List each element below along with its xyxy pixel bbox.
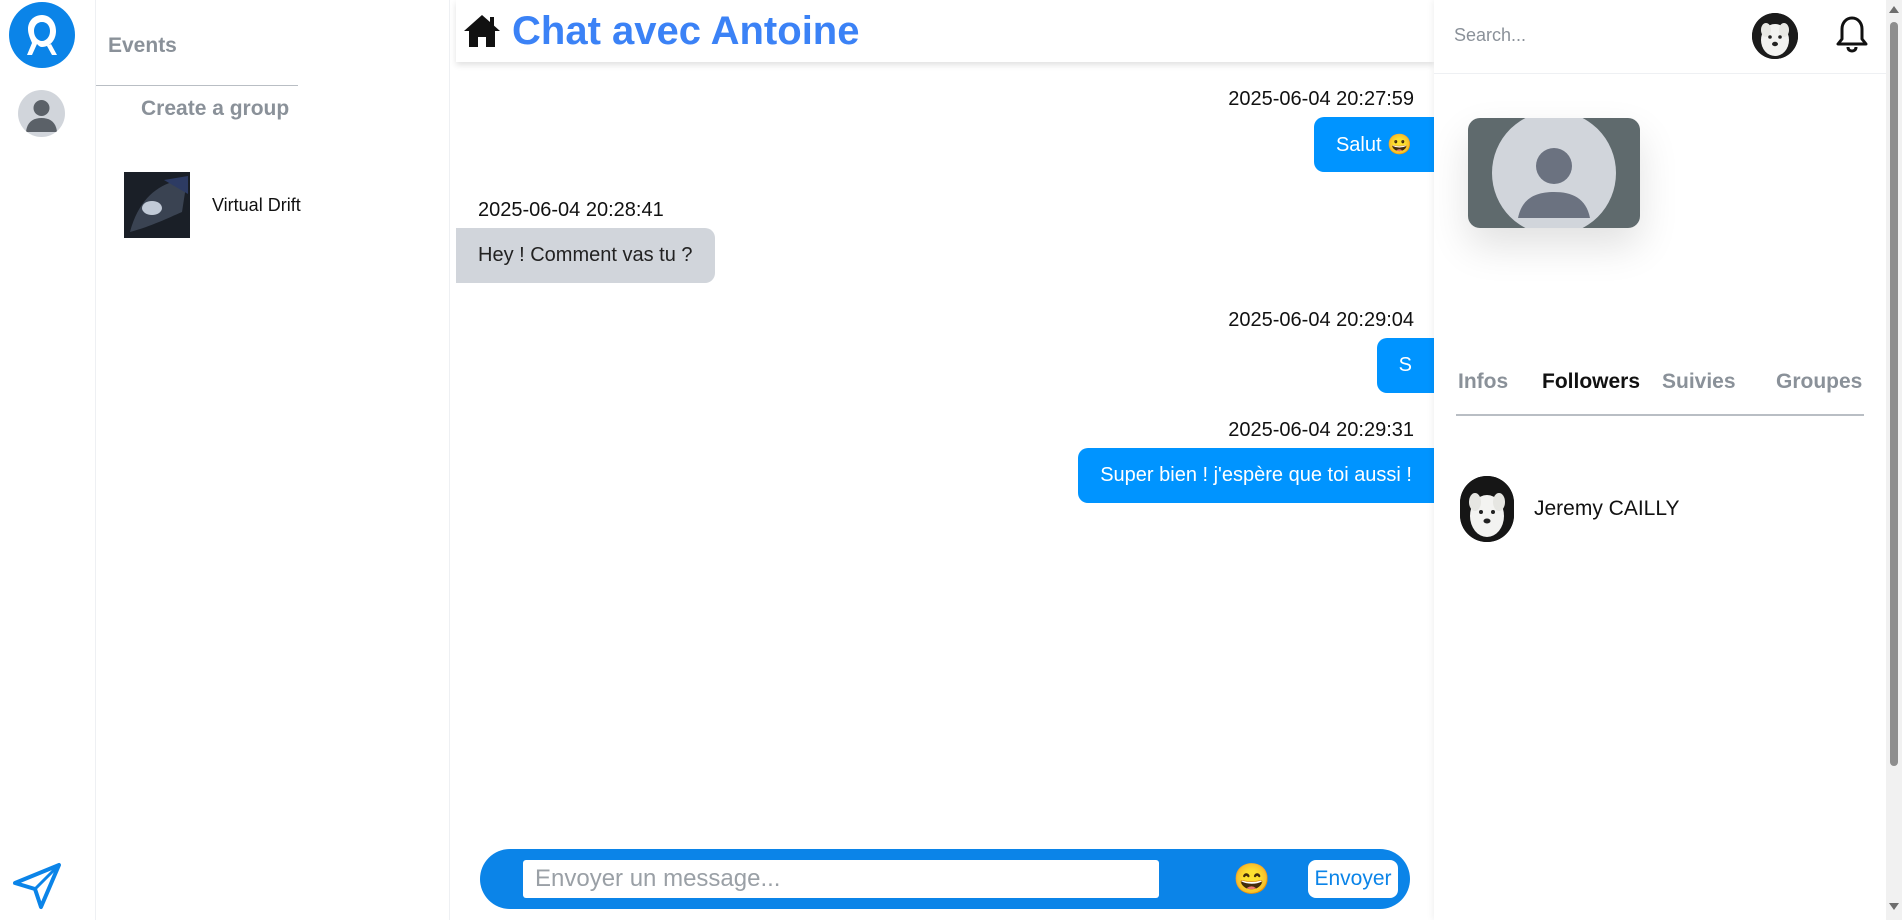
page-scrollbar[interactable]	[1886, 0, 1902, 920]
message-bubble-sent: Super bien ! j'espère que toi aussi !	[1078, 448, 1434, 503]
follower-item[interactable]: Jeremy CAILLY	[1460, 476, 1840, 542]
events-title: Events	[108, 34, 177, 57]
app-root: Events Create a group Virtual Drift Chat…	[0, 0, 1902, 920]
follower-name: Jeremy CAILLY	[1534, 497, 1680, 520]
paper-plane-icon[interactable]	[10, 858, 64, 912]
search-input[interactable]	[1446, 16, 1706, 54]
user-avatar-icon[interactable]	[18, 90, 65, 137]
groups-panel: Events Create a group Virtual Drift	[96, 0, 450, 920]
message-timestamp: 2025-06-04 20:28:41	[478, 199, 664, 221]
message-timestamp: 2025-06-04 20:27:59	[1228, 88, 1414, 110]
profile-picture	[1468, 118, 1640, 228]
message-timestamp: 2025-06-04 20:29:04	[1228, 309, 1414, 331]
follower-avatar	[1460, 476, 1514, 542]
scrollbar-thumb[interactable]	[1890, 22, 1898, 766]
message-bubble-received: Hey ! Comment vas tu ?	[456, 228, 715, 283]
scroll-up-arrow-icon[interactable]	[1889, 6, 1899, 13]
groups-divider	[96, 85, 298, 86]
emoji-picker-button[interactable]: 😄	[1232, 860, 1272, 900]
chat-header: Chat avec Antoine	[456, 0, 1434, 62]
group-name: Virtual Drift	[212, 194, 301, 215]
tab-infos[interactable]: Infos	[1458, 370, 1508, 394]
tab-suivies[interactable]: Suivies	[1662, 370, 1736, 394]
home-icon[interactable]	[462, 11, 502, 51]
message-bubble-sent: S	[1376, 338, 1434, 393]
profile-panel: Infos Followers Suivies Groupes Jeremy C…	[1434, 0, 1886, 920]
chat-title: Chat avec Antoine	[512, 8, 860, 53]
group-thumbnail	[124, 172, 190, 238]
top-bar	[1434, 0, 1886, 74]
scroll-down-arrow-icon[interactable]	[1889, 903, 1899, 910]
group-item[interactable]: Virtual Drift	[124, 172, 424, 238]
current-user-avatar[interactable]	[1752, 13, 1798, 59]
message-bubble-sent: Salut 😀	[1313, 117, 1434, 172]
tab-groupes[interactable]: Groupes	[1776, 370, 1862, 394]
send-message-button[interactable]: Envoyer	[1308, 860, 1398, 898]
message-input[interactable]	[523, 860, 1159, 898]
profile-tabs: Infos Followers Suivies Groupes	[1456, 360, 1864, 416]
app-logo-icon[interactable]	[9, 2, 75, 68]
bell-icon[interactable]	[1832, 14, 1872, 54]
create-group-button[interactable]: Create a group	[141, 97, 289, 121]
chat-area: Chat avec Antoine 2025-06-04 20:27:59 Sa…	[450, 0, 1434, 920]
left-nav-rail	[0, 0, 96, 920]
message-composer: 😄 Envoyer	[480, 849, 1410, 909]
tab-followers[interactable]: Followers	[1542, 370, 1640, 394]
message-timestamp: 2025-06-04 20:29:31	[1228, 419, 1414, 441]
